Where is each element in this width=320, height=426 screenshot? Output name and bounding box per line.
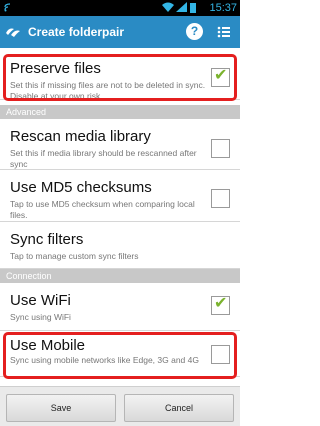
md5-checksums-checkbox[interactable] (211, 189, 230, 208)
preserve-files-subtitle: Set this if missing files are not to be … (10, 80, 206, 101)
save-button[interactable]: Save (6, 394, 116, 422)
preserve-files-row[interactable]: Preserve files Set this if missing files… (0, 54, 240, 101)
cancel-button[interactable]: Cancel (124, 394, 234, 422)
page-title: Create folderpair (28, 25, 125, 39)
sync-filters-row[interactable]: Sync filters Tap to manage custom sync f… (0, 222, 240, 269)
clock: 15:37 (209, 2, 237, 14)
action-bar: Create folderpair ? (0, 16, 240, 48)
battery-icon (190, 3, 196, 13)
use-wifi-checkbox[interactable]: ✔ (211, 295, 230, 315)
sync-filters-title: Sync filters (10, 231, 84, 248)
signal-icon (176, 2, 187, 16)
md5-checksums-title: Use MD5 checksums (10, 179, 152, 196)
check-icon: ✔ (214, 295, 228, 312)
use-mobile-subtitle: Sync using mobile networks like Edge, 3G… (10, 355, 199, 365)
rescan-media-title: Rescan media library (10, 128, 151, 145)
app-logo-icon[interactable] (5, 25, 21, 39)
bottom-bar: Save Cancel (0, 386, 240, 426)
use-wifi-title: Use WiFi (10, 292, 71, 309)
md5-checksums-subtitle: Tap to use MD5 checksum when comparing l… (10, 199, 195, 220)
rescan-media-subtitle: Set this if media library should be resc… (10, 148, 197, 169)
section-header-connection: Connection (0, 269, 240, 283)
md5-checksums-row[interactable]: Use MD5 checksums Tap to use MD5 checksu… (0, 170, 240, 222)
use-mobile-row[interactable]: Use Mobile Sync using mobile networks li… (0, 335, 240, 377)
help-icon[interactable]: ? (186, 23, 203, 40)
settings-list[interactable]: Preserve files Set this if missing files… (0, 48, 240, 386)
use-mobile-title: Use Mobile (10, 337, 86, 354)
use-wifi-subtitle: Sync using WiFi (10, 312, 71, 322)
menu-icon[interactable] (217, 25, 231, 39)
status-bar: 15:37 (0, 0, 240, 16)
preserve-files-title: Preserve files (10, 60, 101, 77)
rescan-media-row[interactable]: Rescan media library Set this if media l… (0, 119, 240, 170)
cast-icon (4, 2, 14, 16)
use-wifi-row[interactable]: Use WiFi Sync using WiFi ✔ (0, 283, 240, 331)
sync-filters-subtitle: Tap to manage custom sync filters (10, 251, 139, 261)
section-header-advanced: Advanced (0, 105, 240, 119)
use-mobile-checkbox[interactable] (211, 345, 230, 364)
check-icon: ✔ (214, 67, 228, 84)
wifi-icon (162, 2, 174, 16)
rescan-media-checkbox[interactable] (211, 139, 230, 158)
preserve-files-checkbox[interactable]: ✔ (211, 67, 230, 87)
